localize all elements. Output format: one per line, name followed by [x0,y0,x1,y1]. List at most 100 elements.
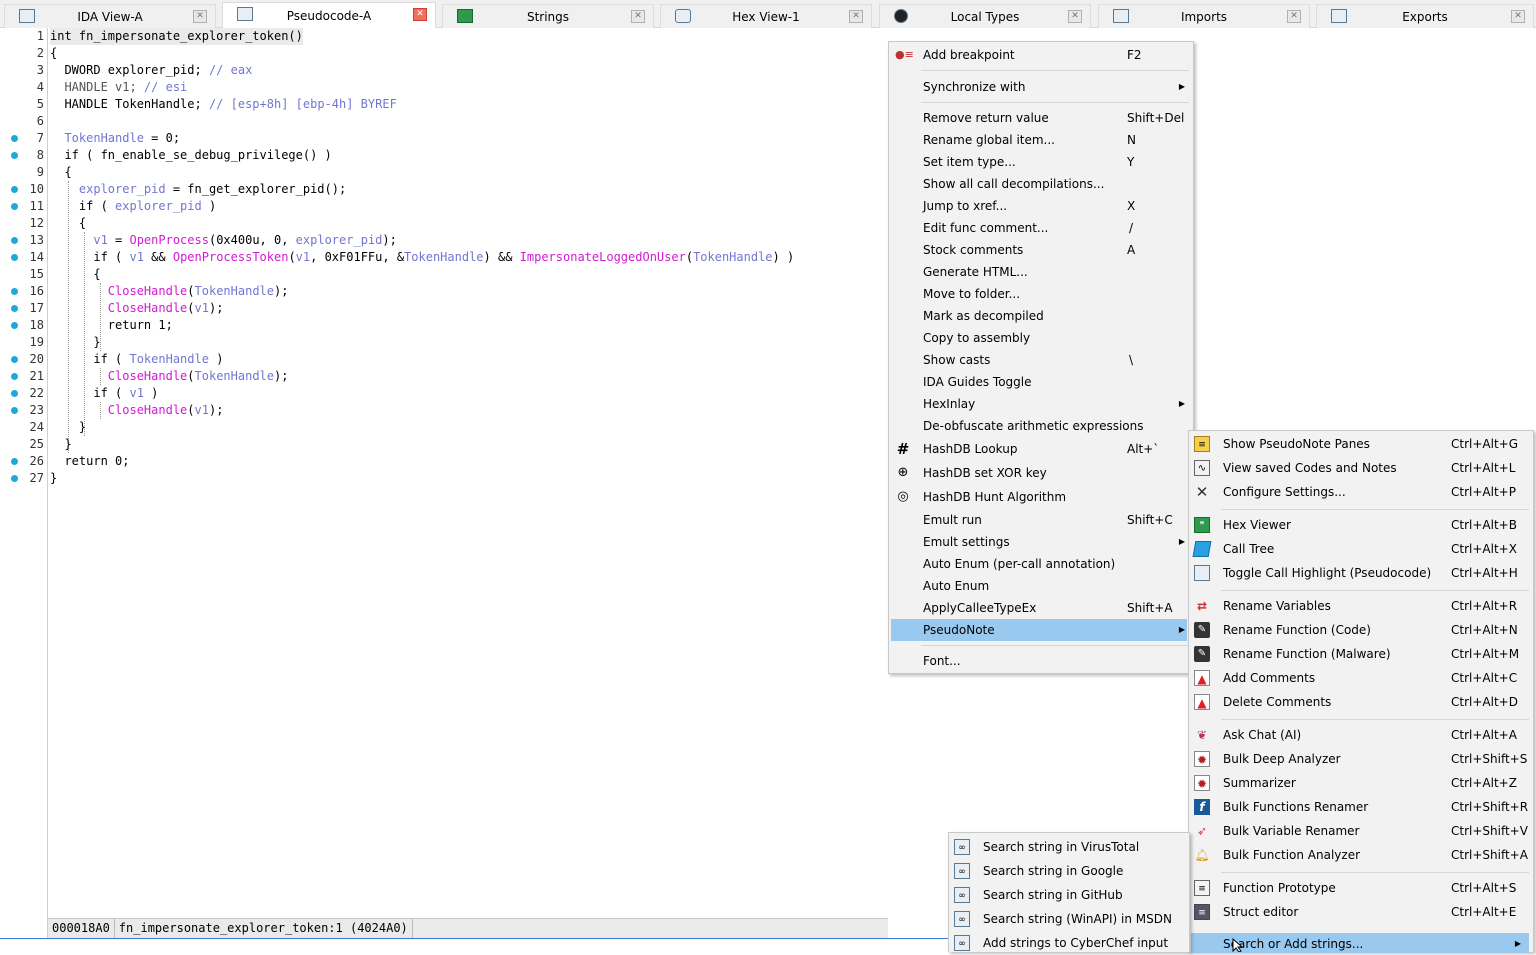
menu-item-ask-chat[interactable]: ❦ Ask Chat (AI) Ctrl+Alt+A [1189,724,1533,746]
breakpoint-dot[interactable] [11,135,18,142]
menu-item-set-item-type[interactable]: Set item type... Y [889,151,1193,173]
code-line[interactable]: { [50,215,86,232]
close-icon[interactable]: ✕ [1511,10,1525,23]
pseudocode-editor[interactable]: 1 2 3 4 5 6 7 8 9 10 11 12 13 14 15 16 1… [0,28,888,940]
menu-item-toggle-call-highlight[interactable]: Toggle Call Highlight (Pseudocode) Ctrl+A… [1189,562,1533,584]
code-line[interactable]: CloseHandle(TokenHandle); [50,283,289,300]
menu-item-search-google[interactable]: ∞ Search string in Google [949,860,1189,882]
breakpoint-dot[interactable] [11,407,18,414]
menu-item-search-github[interactable]: ∞ Search string in GitHub [949,884,1189,906]
code-line[interactable]: } [50,470,57,487]
menu-item-emult-run[interactable]: Emult run Shift+C [889,509,1193,531]
menu-item-search-virustotal[interactable]: ∞ Search string in VirusTotal [949,836,1189,858]
tab-ida-view-a[interactable]: IDA View-A ✕ [4,4,216,28]
menu-item-rename-variables[interactable]: ⇄ Rename Variables Ctrl+Alt+R [1189,595,1533,617]
close-icon[interactable]: ✕ [193,10,207,23]
close-icon[interactable]: ✕ [1068,10,1082,23]
code-line[interactable]: if ( TokenHandle ) [50,351,223,368]
close-icon[interactable]: ✕ [1287,10,1301,23]
menu-item-delete-comments[interactable]: ▲ Delete Comments Ctrl+Alt+D [1189,691,1533,713]
breakpoint-dot[interactable] [11,237,18,244]
code-line[interactable]: HANDLE TokenHandle; // [esp+8h] [ebp-4h]… [50,96,396,113]
close-icon[interactable]: ✕ [413,8,427,21]
menu-item-view-saved-codes[interactable]: ∿ View saved Codes and Notes Ctrl+Alt+L [1189,457,1533,479]
code-line[interactable]: v1 = OpenProcess(0x400u, 0, explorer_pid… [50,232,396,249]
code-line[interactable]: { [50,45,57,62]
menu-item-font[interactable]: Font... [889,650,1193,672]
menu-item-copy-to-assembly[interactable]: Copy to assembly [889,327,1193,349]
menu-item-call-tree[interactable]: Call Tree Ctrl+Alt+X [1189,538,1533,560]
breakpoint-dot[interactable] [11,475,18,482]
menu-item-add-breakpoint[interactable]: ●≡ Add breakpoint F2 [889,44,1193,66]
menu-item-summarizer[interactable]: ✹ Summarizer Ctrl+Alt+Z [1189,772,1533,794]
menu-item-show-all-call-decompilations[interactable]: Show all call decompilations... [889,173,1193,195]
tab-imports[interactable]: Imports ✕ [1098,4,1310,28]
tab-strings[interactable]: Strings ✕ [442,4,654,28]
menu-item-deobfuscate[interactable]: De-obfuscate arithmetic expressions [889,415,1193,437]
menu-item-remove-return-value[interactable]: Remove return value Shift+Del [889,107,1193,129]
code-line[interactable]: int fn_impersonate_explorer_token() [50,28,303,45]
breakpoint-dot[interactable] [11,458,18,465]
close-icon[interactable]: ✕ [631,10,645,23]
menu-item-bulk-function-analyzer[interactable]: 🔔︎ Bulk Function Analyzer Ctrl+Shift+A [1189,844,1533,866]
menu-item-show-pseudonote-panes[interactable]: ≡ Show PseudoNote Panes Ctrl+Alt+G [1189,433,1533,455]
menu-item-hashdb-lookup[interactable]: # HashDB Lookup Alt+` [889,438,1193,460]
code-line[interactable]: } [50,436,71,453]
menu-item-add-to-cyberchef[interactable]: ∞ Add strings to CyberChef input [949,932,1189,954]
menu-item-generate-html[interactable]: Generate HTML... [889,261,1193,283]
menu-item-rename-function-code[interactable]: ✎ Rename Function (Code) Ctrl+Alt+N [1189,619,1533,641]
menu-item-pseudonote[interactable]: PseudoNote ▶ [891,619,1187,641]
menu-item-search-msdn[interactable]: ∞ Search string (WinAPI) in MSDN [949,908,1189,930]
breakpoint-dot[interactable] [11,390,18,397]
menu-item-add-comments[interactable]: ▲ Add Comments Ctrl+Alt+C [1189,667,1533,689]
code-line[interactable]: CloseHandle(v1); [50,300,224,317]
breakpoint-dot[interactable] [11,373,18,380]
menu-item-stock-comments[interactable]: Stock comments A [889,239,1193,261]
tab-local-types[interactable]: Local Types ✕ [879,4,1091,28]
code-line[interactable]: if ( v1 ) [50,385,158,402]
tab-hex-view-1[interactable]: Hex View-1 ✕ [660,4,872,28]
menu-item-move-to-folder[interactable]: Move to folder... [889,283,1193,305]
code-line[interactable]: if ( explorer_pid ) [50,198,216,215]
code-line[interactable]: explorer_pid = fn_get_explorer_pid(); [50,181,346,198]
tab-pseudocode-a[interactable]: Pseudocode-A ✕ [222,2,436,28]
menu-item-edit-func-comment[interactable]: Edit func comment... / [889,217,1193,239]
menu-item-emult-settings[interactable]: Emult settings ▶ [889,531,1193,553]
menu-item-applycalleetypeex[interactable]: ApplyCalleeTypeEx Shift+A [889,597,1193,619]
menu-item-ida-guides-toggle[interactable]: IDA Guides Toggle [889,371,1193,393]
menu-item-bulk-variable-renamer[interactable]: ➶ Bulk Variable Renamer Ctrl+Shift+V [1189,820,1533,842]
breakpoint-dot[interactable] [11,186,18,193]
menu-item-bulk-functions-renamer[interactable]: f Bulk Functions Renamer Ctrl+Shift+R [1189,796,1533,818]
breakpoint-dot[interactable] [11,288,18,295]
code-line[interactable]: HANDLE v1; // esi [50,79,187,96]
menu-item-mark-as-decompiled[interactable]: Mark as decompiled [889,305,1193,327]
menu-item-hexinlay[interactable]: HexInlay ▶ [889,393,1193,415]
menu-item-hashdb-set-xor-key[interactable]: ⊕ HashDB set XOR key [889,462,1193,484]
menu-item-rename-global-item[interactable]: Rename global item... N [889,129,1193,151]
breakpoint-dot[interactable] [11,322,18,329]
code-line[interactable]: if ( fn_enable_se_debug_privilege() ) [50,147,331,164]
menu-item-synchronize-with[interactable]: Synchronize with ▶ [889,76,1193,98]
code-line[interactable]: return 0; [50,453,129,470]
code-line[interactable]: if ( v1 && OpenProcessToken(v1, 0xF01FFu… [50,249,794,266]
breakpoint-dot[interactable] [11,203,18,210]
menu-item-hex-viewer[interactable]: ❞ Hex Viewer Ctrl+Alt+B [1189,514,1533,536]
breakpoint-dot[interactable] [11,152,18,159]
menu-item-struct-editor[interactable]: ≡ Struct editor Ctrl+Alt+E [1189,901,1533,923]
code-line[interactable]: CloseHandle(TokenHandle); [50,368,289,385]
breakpoint-dot[interactable] [11,356,18,363]
code-line[interactable]: TokenHandle = 0; [50,130,180,147]
menu-item-jump-to-xref[interactable]: Jump to xref... X [889,195,1193,217]
code-line[interactable]: { [50,164,71,181]
code-line[interactable]: } [50,334,100,351]
code-line[interactable]: { [50,266,100,283]
menu-item-function-prototype[interactable]: ≡ Function Prototype Ctrl+Alt+S [1189,877,1533,899]
breakpoint-dot[interactable] [11,305,18,312]
close-icon[interactable]: ✕ [849,10,863,23]
menu-item-auto-enum[interactable]: Auto Enum [889,575,1193,597]
menu-item-bulk-deep-analyzer[interactable]: ✹ Bulk Deep Analyzer Ctrl+Shift+S [1189,748,1533,770]
code-line[interactable]: } [50,419,86,436]
code-line[interactable]: return 1; [50,317,173,334]
menu-item-configure-settings[interactable]: ✕ Configure Settings... Ctrl+Alt+P [1189,481,1533,503]
code-line[interactable]: DWORD explorer_pid; // eax [50,62,252,79]
